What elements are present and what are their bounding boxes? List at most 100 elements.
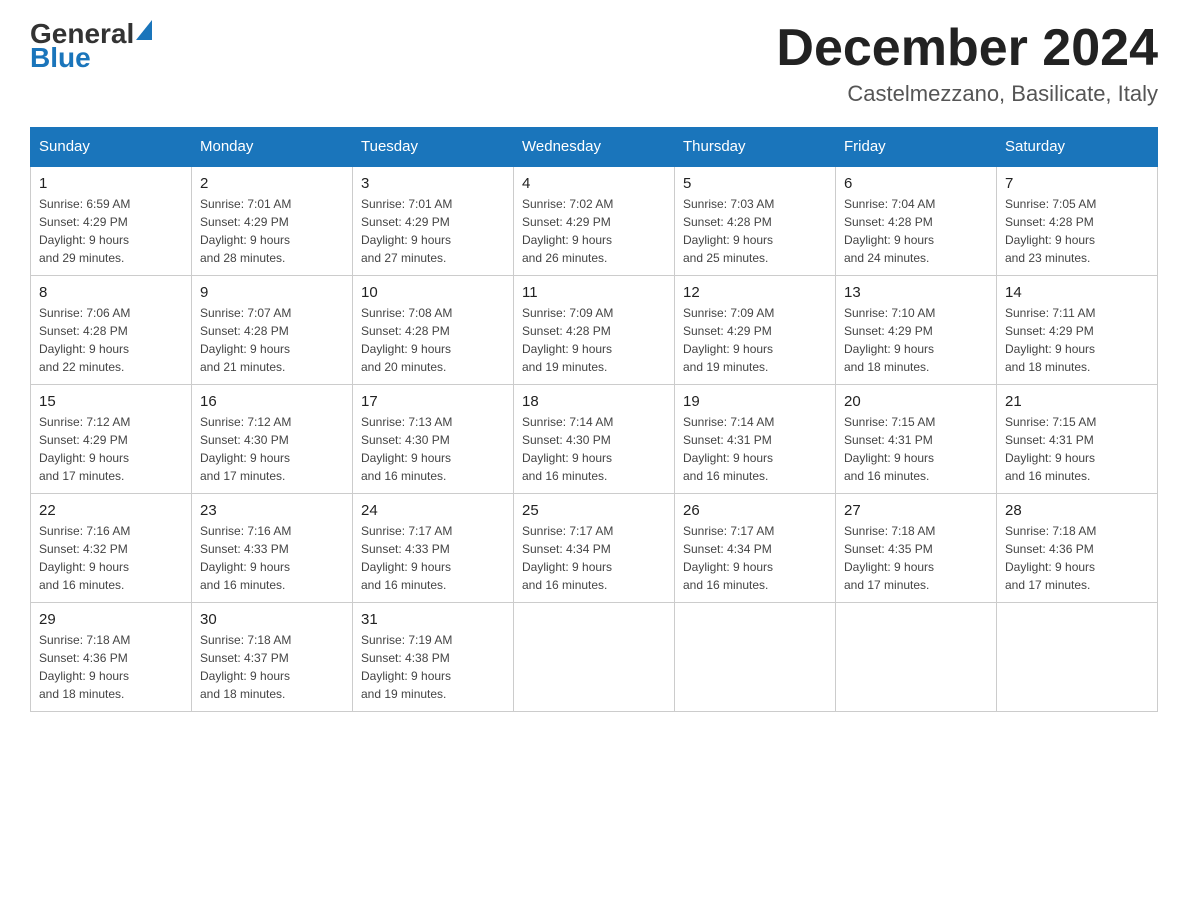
- day-cell-14: 14 Sunrise: 7:11 AM Sunset: 4:29 PM Dayli…: [997, 276, 1158, 385]
- day-info: Sunrise: 7:09 AM Sunset: 4:29 PM Dayligh…: [683, 304, 827, 376]
- day-number: 20: [844, 393, 988, 410]
- day-info: Sunrise: 7:12 AM Sunset: 4:30 PM Dayligh…: [200, 413, 344, 485]
- day-cell-23: 23Sunrise: 7:16 AM Sunset: 4:33 PM Dayli…: [192, 494, 353, 603]
- day-info: Sunrise: 7:16 AM Sunset: 4:33 PM Dayligh…: [200, 522, 344, 594]
- day-info: Sunrise: 7:12 AM Sunset: 4:29 PM Dayligh…: [39, 413, 183, 485]
- day-info: Sunrise: 7:05 AM Sunset: 4:28 PM Dayligh…: [1005, 195, 1149, 267]
- day-number: 24: [361, 502, 505, 519]
- weekday-header-sunday: Sunday: [31, 128, 192, 167]
- day-cell-16: 16 Sunrise: 7:12 AM Sunset: 4:30 PM Dayli…: [192, 385, 353, 494]
- logo: General Blue: [30, 20, 152, 72]
- day-info: Sunrise: 7:18 AM Sunset: 4:37 PM Dayligh…: [200, 631, 344, 703]
- day-cell-8: 8 Sunrise: 7:06 AM Sunset: 4:28 PM Daylig…: [31, 276, 192, 385]
- day-number: 1: [39, 175, 183, 192]
- week-row-1: 1Sunrise: 6:59 AM Sunset: 4:29 PM Daylig…: [31, 166, 1158, 276]
- day-number: 21: [1005, 393, 1149, 410]
- week-row-3: 15 Sunrise: 7:12 AM Sunset: 4:29 PM Dayli…: [31, 385, 1158, 494]
- weekday-header-thursday: Thursday: [675, 128, 836, 167]
- day-info: Sunrise: 7:16 AM Sunset: 4:32 PM Dayligh…: [39, 522, 183, 594]
- day-info: Sunrise: 7:06 AM Sunset: 4:28 PM Dayligh…: [39, 304, 183, 376]
- day-number: 16: [200, 393, 344, 410]
- day-info: Sunrise: 7:04 AM Sunset: 4:28 PM Dayligh…: [844, 195, 988, 267]
- day-info: Sunrise: 7:07 AM Sunset: 4:28 PM Dayligh…: [200, 304, 344, 376]
- day-cell-25: 25 Sunrise: 7:17 AM Sunset: 4:34 PM Dayli…: [514, 494, 675, 603]
- day-info: Sunrise: 7:09 AM Sunset: 4:28 PM Dayligh…: [522, 304, 666, 376]
- day-number: 7: [1005, 175, 1149, 192]
- day-info: Sunrise: 7:10 AM Sunset: 4:29 PM Dayligh…: [844, 304, 988, 376]
- day-cell-4: 4 Sunrise: 7:02 AM Sunset: 4:29 PM Daylig…: [514, 166, 675, 276]
- day-number: 4: [522, 175, 666, 192]
- day-cell-30: 30 Sunrise: 7:18 AM Sunset: 4:37 PM Dayli…: [192, 603, 353, 712]
- day-number: 30: [200, 611, 344, 628]
- week-row-2: 8 Sunrise: 7:06 AM Sunset: 4:28 PM Daylig…: [31, 276, 1158, 385]
- calendar-table: SundayMondayTuesdayWednesdayThursdayFrid…: [30, 127, 1158, 712]
- day-cell-2: 2Sunrise: 7:01 AM Sunset: 4:29 PM Daylig…: [192, 166, 353, 276]
- weekday-header-friday: Friday: [836, 128, 997, 167]
- day-number: 14: [1005, 284, 1149, 301]
- day-cell-20: 20 Sunrise: 7:15 AM Sunset: 4:31 PM Dayli…: [836, 385, 997, 494]
- location-title: Castelmezzano, Basilicate, Italy: [776, 81, 1158, 107]
- day-cell-15: 15 Sunrise: 7:12 AM Sunset: 4:29 PM Dayli…: [31, 385, 192, 494]
- empty-cell: [675, 603, 836, 712]
- day-info: Sunrise: 7:14 AM Sunset: 4:30 PM Dayligh…: [522, 413, 666, 485]
- day-info: Sunrise: 7:08 AM Sunset: 4:28 PM Dayligh…: [361, 304, 505, 376]
- day-number: 15: [39, 393, 183, 410]
- day-number: 25: [522, 502, 666, 519]
- day-info: Sunrise: 7:02 AM Sunset: 4:29 PM Dayligh…: [522, 195, 666, 267]
- day-number: 9: [200, 284, 344, 301]
- day-info: Sunrise: 7:15 AM Sunset: 4:31 PM Dayligh…: [1005, 413, 1149, 485]
- day-cell-17: 17Sunrise: 7:13 AM Sunset: 4:30 PM Dayli…: [353, 385, 514, 494]
- empty-cell: [514, 603, 675, 712]
- day-number: 13: [844, 284, 988, 301]
- day-cell-6: 6 Sunrise: 7:04 AM Sunset: 4:28 PM Daylig…: [836, 166, 997, 276]
- day-info: Sunrise: 7:15 AM Sunset: 4:31 PM Dayligh…: [844, 413, 988, 485]
- day-number: 12: [683, 284, 827, 301]
- day-cell-18: 18 Sunrise: 7:14 AM Sunset: 4:30 PM Dayli…: [514, 385, 675, 494]
- day-number: 31: [361, 611, 505, 628]
- day-cell-7: 7 Sunrise: 7:05 AM Sunset: 4:28 PM Daylig…: [997, 166, 1158, 276]
- day-number: 28: [1005, 502, 1149, 519]
- day-info: Sunrise: 7:01 AM Sunset: 4:29 PM Dayligh…: [200, 195, 344, 267]
- day-number: 11: [522, 284, 666, 301]
- month-title: December 2024: [776, 20, 1158, 77]
- day-info: Sunrise: 7:18 AM Sunset: 4:36 PM Dayligh…: [1005, 522, 1149, 594]
- day-number: 6: [844, 175, 988, 192]
- day-number: 26: [683, 502, 827, 519]
- weekday-header-monday: Monday: [192, 128, 353, 167]
- day-cell-3: 3 Sunrise: 7:01 AM Sunset: 4:29 PM Daylig…: [353, 166, 514, 276]
- day-cell-9: 9 Sunrise: 7:07 AM Sunset: 4:28 PM Daylig…: [192, 276, 353, 385]
- day-info: Sunrise: 7:18 AM Sunset: 4:35 PM Dayligh…: [844, 522, 988, 594]
- day-info: Sunrise: 7:03 AM Sunset: 4:28 PM Dayligh…: [683, 195, 827, 267]
- day-number: 29: [39, 611, 183, 628]
- day-cell-28: 28 Sunrise: 7:18 AM Sunset: 4:36 PM Dayli…: [997, 494, 1158, 603]
- empty-cell: [836, 603, 997, 712]
- day-info: Sunrise: 7:01 AM Sunset: 4:29 PM Dayligh…: [361, 195, 505, 267]
- day-info: Sunrise: 7:17 AM Sunset: 4:33 PM Dayligh…: [361, 522, 505, 594]
- day-number: 8: [39, 284, 183, 301]
- weekday-header-tuesday: Tuesday: [353, 128, 514, 167]
- day-cell-11: 11 Sunrise: 7:09 AM Sunset: 4:28 PM Dayli…: [514, 276, 675, 385]
- weekday-header-row: SundayMondayTuesdayWednesdayThursdayFrid…: [31, 128, 1158, 167]
- day-number: 3: [361, 175, 505, 192]
- day-info: Sunrise: 7:19 AM Sunset: 4:38 PM Dayligh…: [361, 631, 505, 703]
- week-row-4: 22 Sunrise: 7:16 AM Sunset: 4:32 PM Dayli…: [31, 494, 1158, 603]
- logo-triangle-icon: [136, 20, 152, 40]
- empty-cell: [997, 603, 1158, 712]
- day-number: 18: [522, 393, 666, 410]
- day-number: 22: [39, 502, 183, 519]
- day-info: Sunrise: 7:11 AM Sunset: 4:29 PM Dayligh…: [1005, 304, 1149, 376]
- day-cell-12: 12 Sunrise: 7:09 AM Sunset: 4:29 PM Dayli…: [675, 276, 836, 385]
- day-cell-10: 10Sunrise: 7:08 AM Sunset: 4:28 PM Dayli…: [353, 276, 514, 385]
- day-info: Sunrise: 7:18 AM Sunset: 4:36 PM Dayligh…: [39, 631, 183, 703]
- day-cell-1: 1Sunrise: 6:59 AM Sunset: 4:29 PM Daylig…: [31, 166, 192, 276]
- day-cell-21: 21 Sunrise: 7:15 AM Sunset: 4:31 PM Dayli…: [997, 385, 1158, 494]
- day-cell-26: 26Sunrise: 7:17 AM Sunset: 4:34 PM Dayli…: [675, 494, 836, 603]
- day-cell-24: 24 Sunrise: 7:17 AM Sunset: 4:33 PM Dayli…: [353, 494, 514, 603]
- day-number: 5: [683, 175, 827, 192]
- day-number: 17: [361, 393, 505, 410]
- day-info: Sunrise: 7:17 AM Sunset: 4:34 PM Dayligh…: [522, 522, 666, 594]
- day-cell-13: 13 Sunrise: 7:10 AM Sunset: 4:29 PM Dayli…: [836, 276, 997, 385]
- day-cell-29: 29 Sunrise: 7:18 AM Sunset: 4:36 PM Dayli…: [31, 603, 192, 712]
- day-cell-27: 27Sunrise: 7:18 AM Sunset: 4:35 PM Dayli…: [836, 494, 997, 603]
- week-row-5: 29 Sunrise: 7:18 AM Sunset: 4:36 PM Dayli…: [31, 603, 1158, 712]
